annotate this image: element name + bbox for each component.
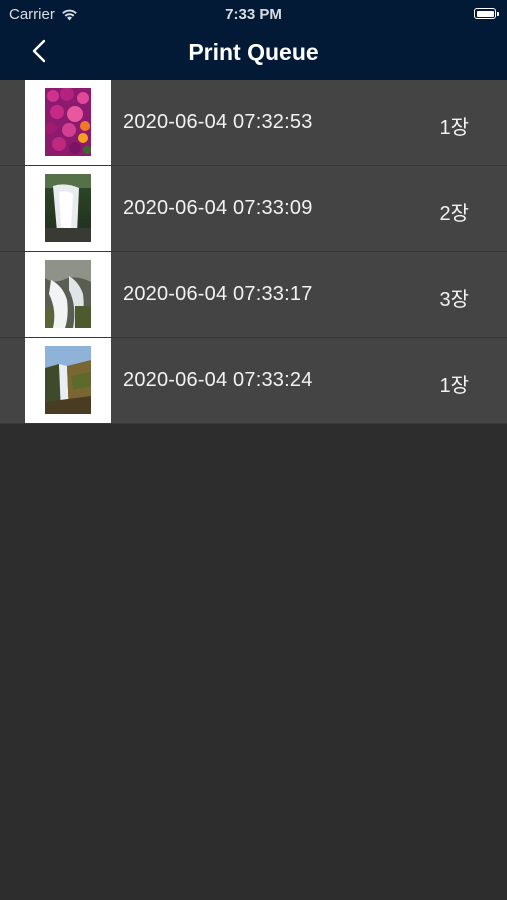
header: Carrier 7:33 PM Print Queue (0, 0, 507, 80)
queue-count: 1장 (439, 375, 469, 397)
queue-date: 2020-06-04 07:33:09 (123, 197, 313, 219)
navigation-bar: Print Queue (0, 28, 507, 80)
queue-list: 2020-06-04 07:32:53 1장 2020-06-04 07:33:… (0, 80, 507, 424)
thumbnail-frame (25, 252, 111, 337)
battery-icon (474, 8, 499, 19)
waterfall-rocks-thumbnail (45, 260, 91, 328)
queue-row[interactable]: 2020-06-04 07:33:09 2장 (0, 166, 507, 252)
waterfall-thumbnail (45, 174, 91, 242)
thumbnail-frame (25, 80, 111, 165)
print-queue-screen: Carrier 7:33 PM Print Queue 2020-06-04 0… (0, 0, 507, 900)
queue-count: 2장 (439, 203, 469, 225)
queue-row[interactable]: 2020-06-04 07:33:17 3장 (0, 252, 507, 338)
queue-count: 3장 (439, 289, 469, 311)
queue-row[interactable]: 2020-06-04 07:33:24 1장 (0, 338, 507, 424)
flowers-thumbnail (45, 88, 91, 156)
cliff-waterfall-thumbnail (45, 346, 91, 414)
status-bar: Carrier 7:33 PM (0, 0, 507, 28)
page-title: Print Queue (188, 39, 319, 65)
queue-date: 2020-06-04 07:33:17 (123, 283, 313, 305)
queue-date: 2020-06-04 07:33:24 (123, 369, 313, 391)
thumbnail-frame (25, 166, 111, 251)
queue-date: 2020-06-04 07:32:53 (123, 111, 313, 133)
thumbnail-frame (25, 338, 111, 423)
status-time: 7:33 PM (225, 6, 282, 23)
queue-count: 1장 (439, 117, 469, 139)
queue-row[interactable]: 2020-06-04 07:32:53 1장 (0, 80, 507, 166)
